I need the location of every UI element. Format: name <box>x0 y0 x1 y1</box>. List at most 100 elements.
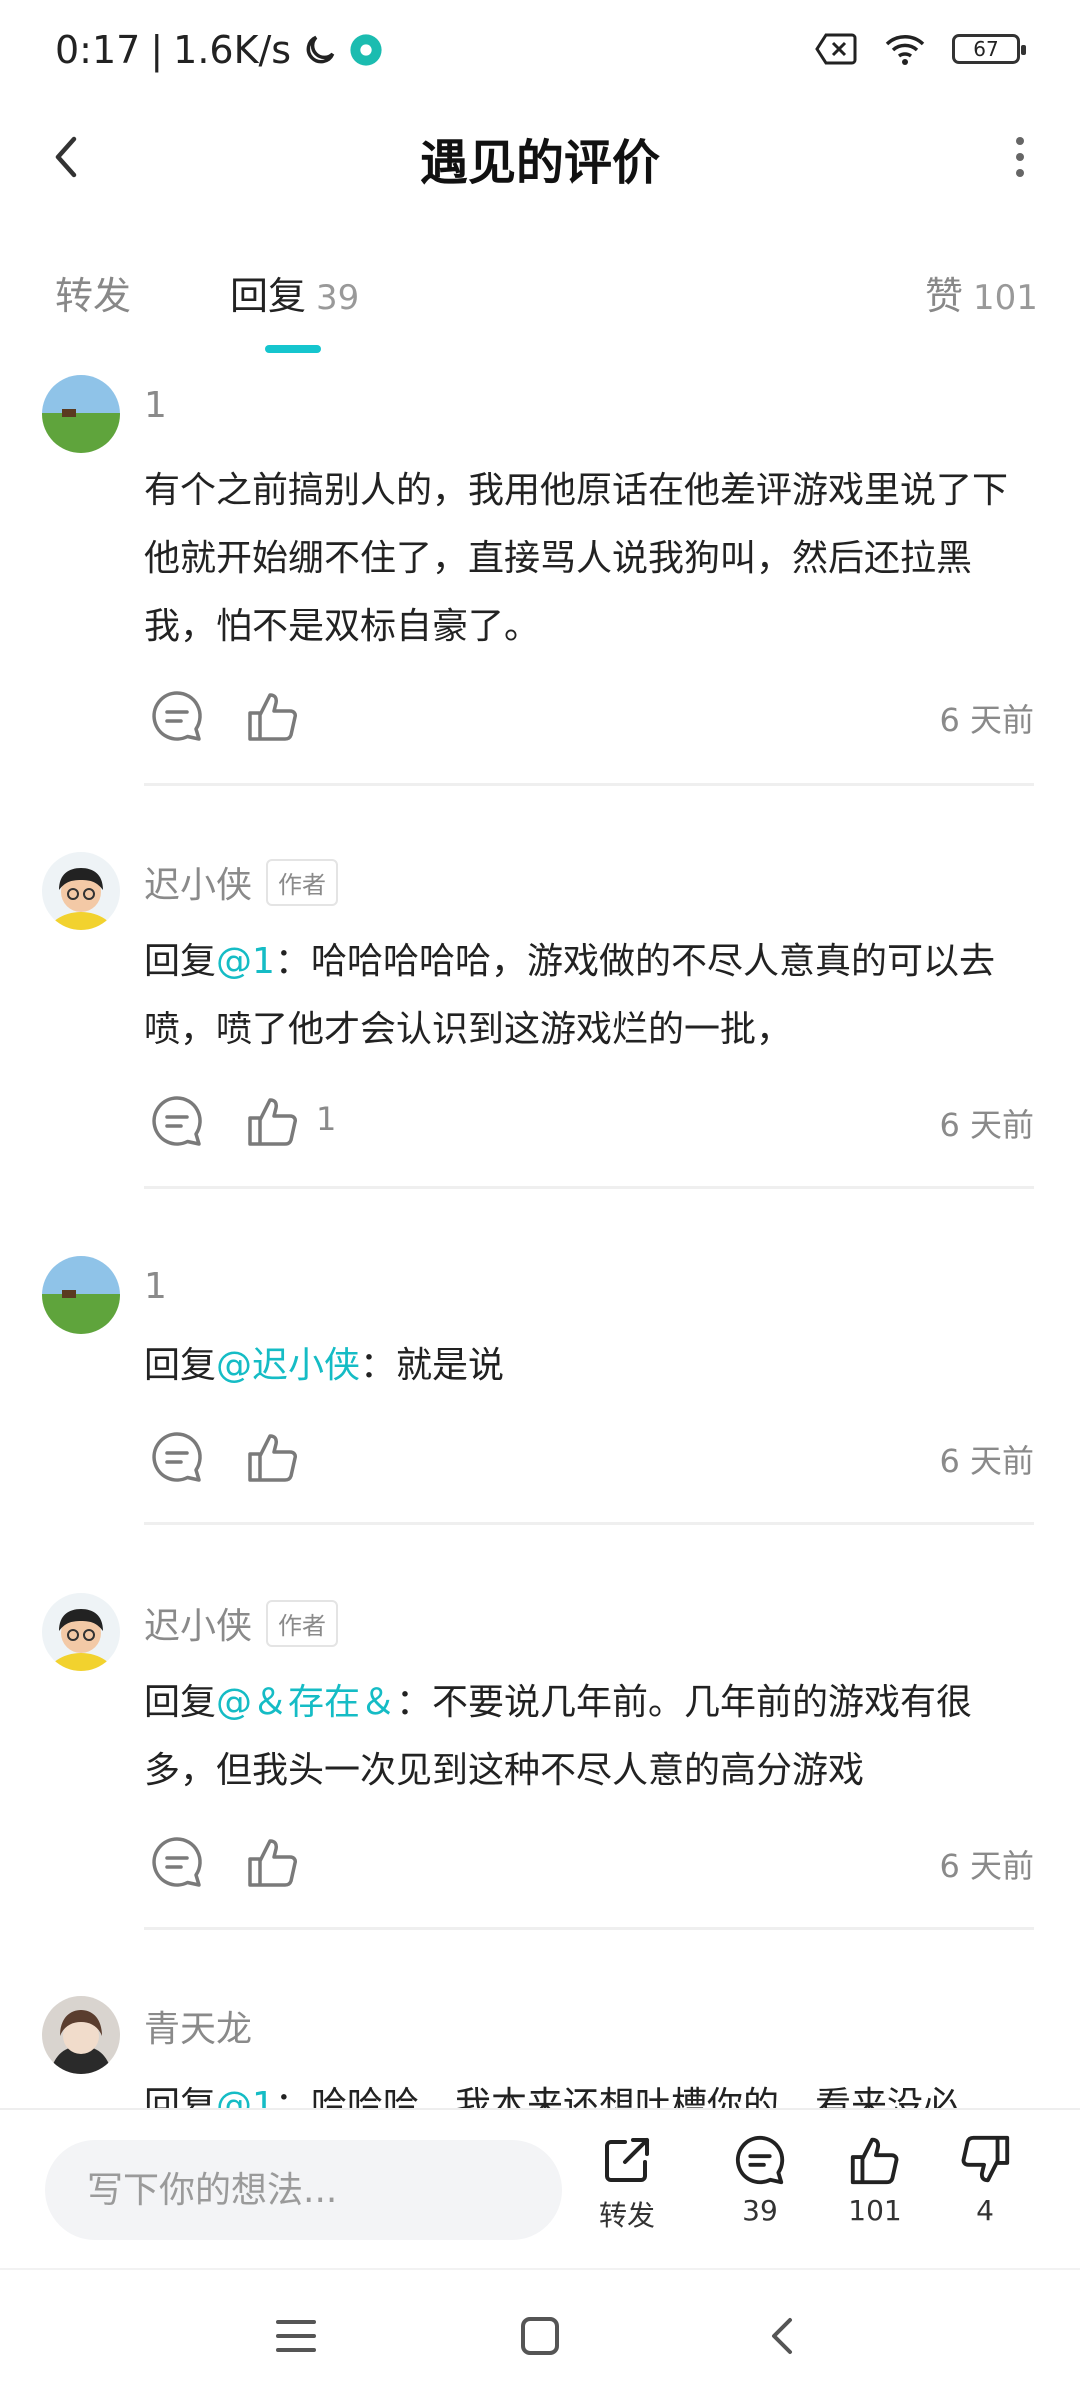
tab-likes-count: 101 <box>973 278 1038 318</box>
battery-indicator: 67 <box>952 34 1026 64</box>
comment-text: 回复@1：哈哈哈哈哈，游戏做的不尽人意真的可以去喷，喷了他才会认识到这游戏烂的一… <box>144 928 1024 1064</box>
comment-time: 6 天前 <box>939 701 1034 739</box>
mention-link[interactable]: @1 <box>216 2085 275 2108</box>
more-options-icon[interactable] <box>990 127 1050 187</box>
back-nav-icon[interactable] <box>754 2306 814 2366</box>
comment-body: 就是说 <box>396 1345 505 1386</box>
comment-icon <box>735 2135 785 2185</box>
comment-item: 青天龙 回复@1：哈哈哈，我本来还想吐槽你的，看来没必 <box>0 1996 1080 2108</box>
action-row: 6 天前 <box>144 1833 1034 1893</box>
comment-text: 回复@迟小侠：就是说 <box>144 1332 1024 1400</box>
reply-prefix: 回复 <box>144 1345 217 1386</box>
divider <box>144 1522 1034 1525</box>
vpn-shield-icon <box>350 34 382 66</box>
avatar[interactable] <box>42 1996 120 2074</box>
comment-input[interactable] <box>45 2140 562 2240</box>
reply-colon: ： <box>396 1682 433 1723</box>
comment-text: 回复@＆存在＆：不要说几年前。几年前的游戏有很多，但我头一次见到这种不尽人意的高… <box>144 1669 1024 1805</box>
network-speed: 1.6K/s <box>173 28 292 72</box>
reply-prefix: 回复 <box>144 1682 217 1723</box>
tab-likes[interactable]: 赞 101 <box>925 265 1038 320</box>
author-name[interactable]: 迟小侠 <box>144 856 252 908</box>
comment-time: 6 天前 <box>939 1442 1034 1480</box>
mention-link[interactable]: @＆存在＆ <box>216 1682 396 1723</box>
share-label: 转发 <box>598 2199 655 2232</box>
tab-share-label: 转发 <box>55 274 132 318</box>
comment-time: 6 天前 <box>939 1847 1034 1885</box>
system-nav-bar <box>0 2268 1080 2400</box>
dislike-button[interactable]: 4 <box>940 2132 1030 2227</box>
menu-icon[interactable] <box>266 2306 326 2366</box>
tab-replies-label: 回复 <box>230 274 307 318</box>
tab-likes-label: 赞 <box>925 274 964 318</box>
home-icon[interactable] <box>510 2306 570 2366</box>
divider <box>144 783 1034 786</box>
author-name[interactable]: 青天龙 <box>144 2000 252 2052</box>
like-count: 1 <box>316 1100 337 1138</box>
status-right: 67 <box>814 32 1026 66</box>
tab-replies-count: 39 <box>316 278 360 318</box>
avatar[interactable] <box>42 375 120 453</box>
author-name[interactable]: 1 <box>144 385 167 426</box>
author-name[interactable]: 迟小侠 <box>144 1597 252 1649</box>
bottom-action-bar: 转发 39 101 4 <box>0 2108 1080 2268</box>
avatar[interactable] <box>42 1593 120 1671</box>
reply-icon[interactable] <box>148 687 206 745</box>
wifi-icon <box>885 35 925 65</box>
comment-body: 哈哈哈，我本来还想吐槽你的，看来没必 <box>310 2085 959 2108</box>
tab-bar: 转发 回复 39 赞 101 <box>0 245 1080 355</box>
like-count: 101 <box>848 2194 902 2227</box>
avatar[interactable] <box>42 1256 120 1334</box>
share-icon <box>605 2138 649 2182</box>
divider <box>144 1186 1034 1189</box>
action-row: 6 天前 <box>144 687 1034 747</box>
tab-active-indicator <box>265 345 321 353</box>
dislike-count: 4 <box>976 2194 994 2227</box>
comment-text: 回复@1：哈哈哈，我本来还想吐槽你的，看来没必 <box>144 2072 1024 2108</box>
author-badge: 作者 <box>266 858 339 906</box>
comment-text: 有个之前搞别人的，我用他原话在他差评游戏里说了下他就开始绷不住了，直接骂人说我狗… <box>144 457 1024 661</box>
avatar[interactable] <box>42 852 120 930</box>
status-left: 0:17 | 1.6K/s <box>55 28 383 72</box>
reply-prefix: 回复 <box>144 2085 217 2108</box>
thumbs-up-icon[interactable] <box>244 1428 302 1486</box>
no-sim-icon <box>815 33 857 65</box>
mention-link[interactable]: @迟小侠 <box>216 1345 360 1386</box>
thumbs-up-icon <box>850 2137 899 2185</box>
author-row: 1 <box>144 1266 167 1307</box>
tab-share[interactable]: 转发 <box>55 265 131 320</box>
status-separator: | <box>150 28 164 72</box>
reply-prefix: 回复 <box>144 941 217 982</box>
moon-icon <box>306 35 335 64</box>
divider <box>144 1927 1034 1930</box>
author-row: 迟小侠 作者 <box>144 856 339 908</box>
reply-colon: ： <box>360 1345 397 1386</box>
header: 遇见的评价 <box>0 105 1080 210</box>
action-row: 6 天前 <box>144 1428 1034 1488</box>
like-button[interactable]: 101 <box>830 2132 920 2227</box>
author-name[interactable]: 1 <box>144 1266 167 1307</box>
reply-icon[interactable] <box>148 1092 206 1150</box>
comment-button[interactable]: 39 <box>715 2132 805 2227</box>
tab-replies[interactable]: 回复 39 <box>230 265 359 320</box>
author-row: 青天龙 <box>144 2000 252 2052</box>
thumbs-down-icon <box>961 2135 1010 2183</box>
page-title: 遇见的评价 <box>419 135 660 191</box>
author-row: 迟小侠 作者 <box>144 1597 339 1649</box>
mention-link[interactable]: @1 <box>216 941 275 982</box>
comment-time: 6 天前 <box>939 1106 1034 1144</box>
author-row: 1 <box>144 385 167 426</box>
status-time: 0:17 <box>55 28 141 72</box>
reply-colon: ： <box>274 941 311 982</box>
reply-icon[interactable] <box>148 1833 206 1891</box>
thumbs-up-icon[interactable] <box>244 1092 302 1150</box>
thumbs-up-icon[interactable] <box>244 1833 302 1891</box>
status-bar: 0:17 | 1.6K/s 67 <box>0 0 1080 105</box>
reply-colon: ： <box>274 2085 311 2108</box>
reply-icon[interactable] <box>148 1428 206 1486</box>
comment-body: 有个之前搞别人的，我用他原话在他差评游戏里说了下他就开始绷不住了，直接骂人说我狗… <box>144 470 1009 647</box>
action-row: 1 6 天前 <box>144 1092 1034 1152</box>
thumbs-up-icon[interactable] <box>244 687 302 745</box>
author-badge: 作者 <box>266 1599 339 1647</box>
share-button[interactable]: 转发 <box>582 2132 672 2234</box>
